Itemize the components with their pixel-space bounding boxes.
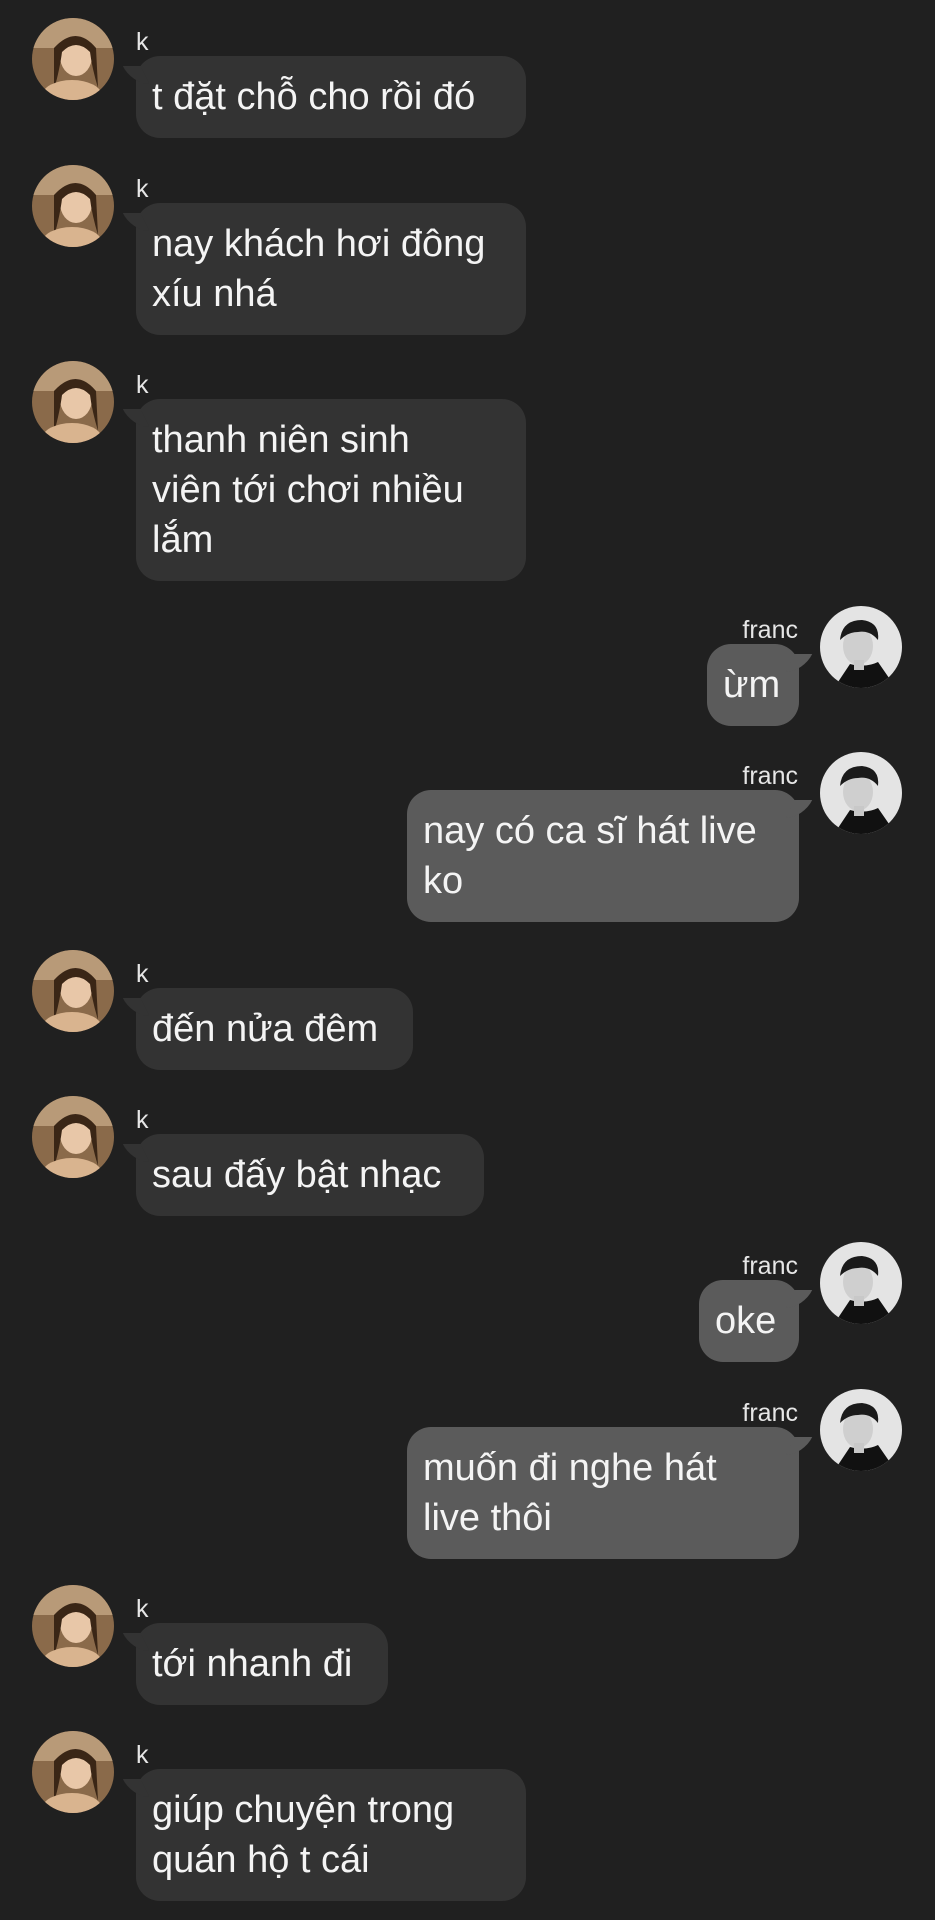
message-text: viên tới chơi nhiều — [152, 469, 464, 511]
avatar-k[interactable] — [32, 18, 114, 100]
avatar-k[interactable] — [32, 1096, 114, 1178]
message-bubble[interactable]: nay khách hơi đông xíu nhá — [136, 203, 526, 335]
message-bubble[interactable]: sau đấy bật nhạc — [136, 1134, 484, 1216]
avatar-k[interactable] — [32, 950, 114, 1032]
message-bubble[interactable]: ừm — [707, 644, 799, 726]
message-text: thanh niên sinh — [152, 419, 410, 461]
message-bubble[interactable]: muốn đi nghe hát live thôi — [407, 1427, 799, 1559]
sender-name: k — [136, 1106, 149, 1134]
sender-name: k — [136, 1741, 149, 1769]
sender-name: k — [136, 1595, 149, 1623]
avatar-franc[interactable] — [820, 1389, 902, 1471]
message-text: nay khách hơi đông — [152, 223, 486, 265]
sender-name: franc — [742, 1252, 798, 1280]
message-bubble[interactable]: tới nhanh đi — [136, 1623, 388, 1705]
message-bubble[interactable]: thanh niên sinh viên tới chơi nhiều lắm — [136, 399, 526, 581]
sender-name: k — [136, 175, 149, 203]
sender-name: franc — [742, 762, 798, 790]
avatar-k[interactable] — [32, 1731, 114, 1813]
message-bubble[interactable]: oke — [699, 1280, 799, 1362]
message-text: live thôi — [423, 1497, 552, 1539]
avatar-k[interactable] — [32, 165, 114, 247]
sender-name: franc — [742, 616, 798, 644]
message-text: t đặt chỗ cho rồi đó — [152, 76, 476, 118]
avatar-franc[interactable] — [820, 752, 902, 834]
chat-thread: kt đặt chỗ cho rồi đó k nay khách hơi đông… — [0, 0, 935, 1920]
message-text: quán hộ t cái — [152, 1839, 370, 1881]
sender-name: k — [136, 28, 149, 56]
avatar-k[interactable] — [32, 361, 114, 443]
message-text: oke — [715, 1300, 777, 1342]
sender-name: k — [136, 371, 149, 399]
message-text: đến nửa đêm — [152, 1008, 379, 1050]
message-bubble[interactable]: đến nửa đêm — [136, 988, 413, 1070]
message-text: ko — [423, 860, 464, 902]
message-bubble[interactable]: t đặt chỗ cho rồi đó — [136, 56, 526, 138]
sender-name: k — [136, 960, 149, 988]
avatar-k[interactable] — [32, 1585, 114, 1667]
message-text: nay có ca sĩ hát live — [423, 810, 757, 852]
message-text: giúp chuyện trong — [152, 1789, 455, 1831]
message-bubble[interactable]: nay có ca sĩ hát live ko — [407, 790, 799, 922]
message-text: ừm — [723, 664, 781, 706]
avatar-franc[interactable] — [820, 606, 902, 688]
message-text: lắm — [152, 519, 214, 561]
message-text: sau đấy bật nhạc — [152, 1154, 442, 1196]
message-text: muốn đi nghe hát — [423, 1447, 717, 1489]
message-text: tới nhanh đi — [152, 1643, 353, 1685]
message-text: xíu nhá — [152, 273, 277, 315]
message-bubble[interactable]: giúp chuyện trong quán hộ t cái — [136, 1769, 526, 1901]
sender-name: franc — [742, 1399, 798, 1427]
avatar-franc[interactable] — [820, 1242, 902, 1324]
